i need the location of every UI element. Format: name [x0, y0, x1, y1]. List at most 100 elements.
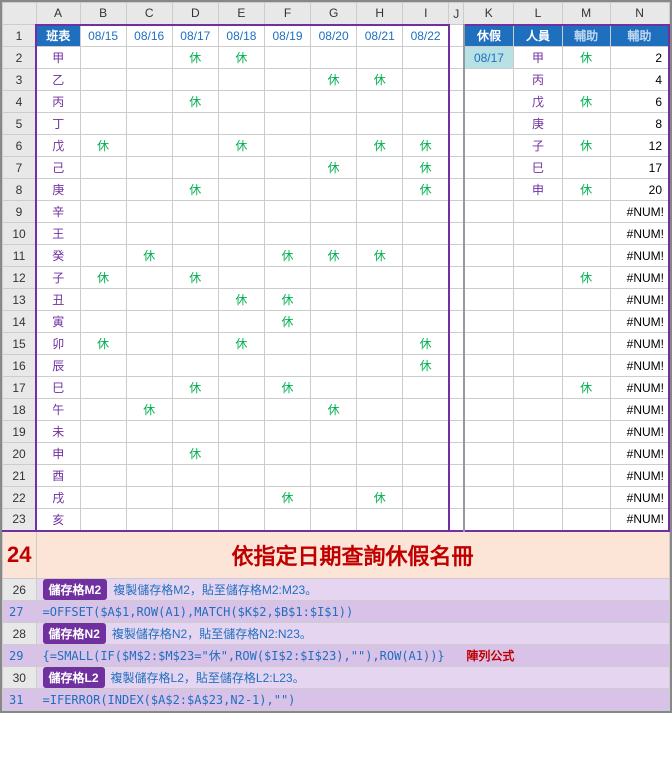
cell[interactable]	[514, 377, 562, 399]
name-cell[interactable]: 丙	[36, 91, 80, 113]
schedule-cell[interactable]	[403, 443, 449, 465]
schedule-cell[interactable]	[403, 47, 449, 69]
name-cell[interactable]: 酉	[36, 465, 80, 487]
schedule-cell[interactable]	[218, 377, 264, 399]
cell[interactable]	[464, 91, 514, 113]
error-cell[interactable]: #NUM!	[610, 245, 669, 267]
schedule-cell[interactable]	[126, 377, 172, 399]
schedule-cell[interactable]	[80, 113, 126, 135]
row-header-18[interactable]: 18	[3, 399, 37, 421]
schedule-cell[interactable]	[311, 465, 357, 487]
col-header-N[interactable]: N	[610, 3, 669, 25]
schedule-cell[interactable]: 休	[311, 399, 357, 421]
result-name[interactable]: 申	[514, 179, 562, 201]
cell[interactable]	[562, 223, 610, 245]
cell[interactable]	[562, 509, 610, 531]
row-header-7[interactable]: 7	[3, 157, 37, 179]
cell[interactable]	[464, 135, 514, 157]
schedule-cell[interactable]	[357, 47, 403, 69]
row-header-8[interactable]: 8	[3, 179, 37, 201]
schedule-cell[interactable]: 休	[218, 333, 264, 355]
result-num[interactable]: 2	[610, 47, 669, 69]
schedule-cell[interactable]	[80, 223, 126, 245]
schedule-cell[interactable]	[80, 399, 126, 421]
schedule-cell[interactable]	[357, 399, 403, 421]
schedule-cell[interactable]	[172, 157, 218, 179]
cell[interactable]	[464, 223, 514, 245]
name-cell[interactable]: 未	[36, 421, 80, 443]
error-cell[interactable]: #NUM!	[610, 355, 669, 377]
schedule-cell[interactable]	[172, 113, 218, 135]
schedule-cell[interactable]	[311, 421, 357, 443]
schedule-cell[interactable]	[80, 421, 126, 443]
schedule-cell[interactable]	[218, 311, 264, 333]
cell[interactable]	[562, 421, 610, 443]
name-cell[interactable]: 丑	[36, 289, 80, 311]
date-header[interactable]: 08/19	[264, 25, 310, 47]
row-header-28[interactable]: 28	[3, 623, 37, 645]
schedule-cell[interactable]	[264, 399, 310, 421]
row-header-17[interactable]: 17	[3, 377, 37, 399]
cell[interactable]	[514, 355, 562, 377]
schedule-cell[interactable]: 休	[264, 377, 310, 399]
result-name[interactable]: 戊	[514, 91, 562, 113]
schedule-cell[interactable]: 休	[264, 245, 310, 267]
schedule-cell[interactable]	[126, 47, 172, 69]
schedule-cell[interactable]: 休	[172, 179, 218, 201]
schedule-cell[interactable]	[264, 201, 310, 223]
name-cell[interactable]: 巳	[36, 377, 80, 399]
row-header-6[interactable]: 6	[3, 135, 37, 157]
schedule-cell[interactable]	[264, 157, 310, 179]
result-name[interactable]: 丙	[514, 69, 562, 91]
schedule-cell[interactable]	[172, 333, 218, 355]
schedule-cell[interactable]	[126, 157, 172, 179]
schedule-cell[interactable]	[172, 289, 218, 311]
row-header-23[interactable]: 23	[3, 509, 37, 531]
schedule-cell[interactable]	[172, 245, 218, 267]
schedule-cell[interactable]	[311, 311, 357, 333]
cell[interactable]	[562, 245, 610, 267]
name-cell[interactable]: 寅	[36, 311, 80, 333]
name-cell[interactable]: 王	[36, 223, 80, 245]
row-header-5[interactable]: 5	[3, 113, 37, 135]
schedule-cell[interactable]: 休	[264, 311, 310, 333]
schedule-cell[interactable]: 休	[403, 333, 449, 355]
schedule-cell[interactable]	[403, 201, 449, 223]
row-header-16[interactable]: 16	[3, 355, 37, 377]
result-rest[interactable]	[562, 113, 610, 135]
schedule-cell[interactable]	[126, 179, 172, 201]
schedule-cell[interactable]	[218, 399, 264, 421]
col-header-M[interactable]: M	[562, 3, 610, 25]
schedule-cell[interactable]	[126, 113, 172, 135]
schedule-cell[interactable]	[311, 487, 357, 509]
row-header-29[interactable]: 29	[3, 645, 37, 667]
cell[interactable]	[514, 223, 562, 245]
row-header-10[interactable]: 10	[3, 223, 37, 245]
schedule-cell[interactable]	[80, 311, 126, 333]
row-header-2[interactable]: 2	[3, 47, 37, 69]
col-header-K[interactable]: K	[464, 3, 514, 25]
date-header[interactable]: 08/21	[357, 25, 403, 47]
cell[interactable]	[464, 179, 514, 201]
schedule-cell[interactable]	[264, 135, 310, 157]
schedule-cell[interactable]	[264, 223, 310, 245]
schedule-cell[interactable]	[172, 465, 218, 487]
row-header-4[interactable]: 4	[3, 91, 37, 113]
result-name[interactable]: 子	[514, 135, 562, 157]
schedule-cell[interactable]	[264, 355, 310, 377]
cell[interactable]	[514, 443, 562, 465]
schedule-cell[interactable]	[403, 69, 449, 91]
schedule-cell[interactable]	[80, 201, 126, 223]
name-cell[interactable]: 乙	[36, 69, 80, 91]
schedule-cell[interactable]	[357, 289, 403, 311]
schedule-cell[interactable]	[172, 399, 218, 421]
schedule-cell[interactable]	[264, 465, 310, 487]
col-header-I[interactable]: I	[403, 3, 449, 25]
cell[interactable]	[514, 399, 562, 421]
result-num[interactable]: 20	[610, 179, 669, 201]
schedule-cell[interactable]	[126, 91, 172, 113]
cell[interactable]	[514, 465, 562, 487]
cell[interactable]	[514, 201, 562, 223]
schedule-cell[interactable]	[403, 421, 449, 443]
result-num[interactable]: 4	[610, 69, 669, 91]
